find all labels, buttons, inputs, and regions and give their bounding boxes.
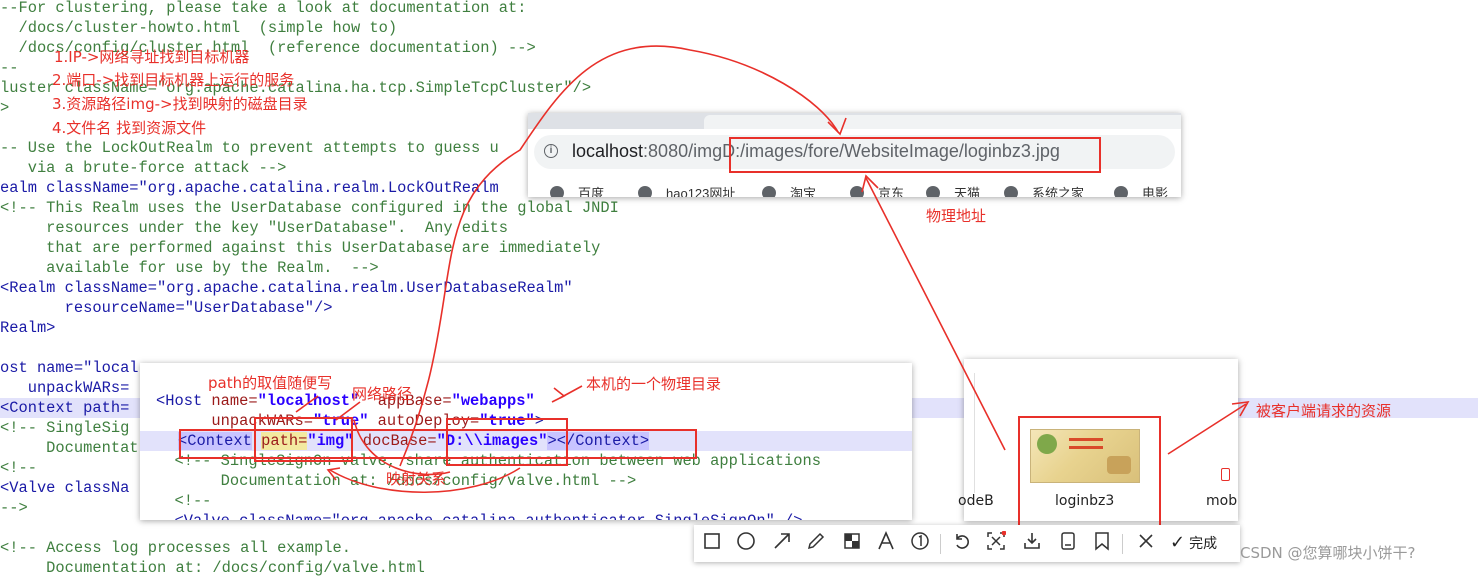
code-line: ost name="local (0, 359, 139, 377)
code-line: --> (0, 499, 28, 517)
globe-icon (926, 186, 940, 197)
browser-tab-strip (528, 113, 1181, 129)
toolbar-separator (1122, 534, 1123, 554)
globe-icon (762, 186, 776, 197)
globe-icon (1114, 186, 1128, 197)
code-line: > (0, 99, 10, 117)
local-dir-label: 本机的一个物理目录 (586, 375, 722, 393)
code-line: --For clustering, please take a look at … (0, 0, 527, 17)
pen-icon[interactable] (804, 531, 828, 555)
phone-icon (1221, 468, 1230, 481)
file-name-left[interactable]: odeB (958, 493, 994, 509)
download-icon[interactable] (1020, 531, 1044, 555)
step-1-label: 1.IP->网络寻址找到目标机器 (54, 48, 250, 66)
network-path-label: 网络路径 (352, 385, 413, 403)
mosaic-icon[interactable] (840, 531, 864, 555)
code-line: that are performed against this UserData… (0, 239, 601, 257)
browser-tab[interactable] (704, 115, 1181, 129)
explorer-divider (974, 373, 975, 493)
globe-icon (550, 186, 564, 197)
close-icon[interactable] (1134, 531, 1158, 555)
info-icon[interactable]: i (544, 144, 558, 158)
bookmark-item[interactable]: 百度 (550, 183, 604, 197)
code-line: <!-- SingleSig (0, 419, 130, 437)
path-highlight-box (254, 417, 353, 462)
bookmark-label: 京东 (878, 186, 905, 197)
editor-line-host: <Host name="localhost" appBase="webapps" (156, 392, 535, 410)
code-line: resources under the key "UserDatabase". … (0, 219, 508, 237)
code-line: /docs/cluster-howto.html (simple how to) (0, 19, 398, 37)
bookmark-label: 百度 (578, 186, 605, 197)
code-line: via a brute-force attack --> (0, 159, 287, 177)
code-line: -- Use the LockOutRealm to prevent attem… (0, 139, 499, 157)
arrow-icon[interactable] (770, 531, 794, 555)
bookmark-label: hao123网址 (666, 186, 736, 197)
check-icon: ✓ (1170, 532, 1186, 553)
bookmark-label: 淘宝 (790, 186, 817, 197)
code-line: <!-- Access log processes all example. (0, 539, 351, 557)
pin-icon[interactable] (984, 530, 1008, 555)
path-any-label: path的取值随便写 (208, 374, 333, 392)
docbase-highlight-box (446, 418, 568, 466)
code-line: <!-- (0, 459, 37, 477)
done-button[interactable]: ✓ 完成 (1170, 531, 1217, 555)
code-line: Documentat (0, 439, 139, 457)
bookmark-item[interactable]: hao123网址 (638, 183, 735, 197)
screenshot-toolbar: ✓ 完成 (694, 525, 1240, 562)
bookmark-label: 天猫 (954, 186, 981, 197)
save-icon[interactable] (1056, 531, 1080, 555)
code-line: resourceName="UserDatabase"/> (0, 299, 333, 317)
code-line: Documentation at: /docs/config/valve.htm… (0, 559, 425, 577)
ellipse-icon[interactable] (734, 531, 758, 555)
step-4-label: 4.文件名 找到资源文件 (52, 119, 207, 137)
bookmark-item[interactable]: 淘宝 (762, 183, 816, 197)
editor-line-valve: <Valve className="org.apache.catalina.au… (156, 511, 802, 520)
bookmark-label: 系统之家 (1032, 186, 1085, 197)
bookmarks-bar: 百度 hao123网址 淘宝 京东 天猫 系统之家 电影 (528, 179, 1181, 197)
code-line: Realm> (0, 319, 56, 337)
rect-icon[interactable] (700, 531, 724, 555)
file-name-right[interactable]: mob (1206, 493, 1237, 509)
bookmark-item[interactable]: 电影 (1114, 183, 1168, 197)
code-line: <Realm className="org.apache.catalina.re… (0, 279, 573, 297)
bookmark-item[interactable]: 京东 (850, 183, 904, 197)
editor-line-comment3: <!-- (156, 492, 212, 510)
mapping-label: 映射关系 (386, 470, 447, 488)
globe-icon (850, 186, 864, 197)
physical-address-label: 物理地址 (926, 207, 987, 225)
code-line: available for use by the Realm. --> (0, 259, 379, 277)
code-line: ealm className="org.apache.catalina.real… (0, 179, 499, 197)
number-icon[interactable] (908, 531, 932, 555)
step-2-label: 2.端口->找到目标机器上运行的服务 (52, 71, 295, 89)
step-3-label: 3.资源路径img->找到映射的磁盘目录 (52, 95, 308, 113)
code-line: <Valve classNa (0, 479, 130, 497)
bookmark-item[interactable]: 天猫 (926, 183, 980, 197)
bookmark-label: 电影 (1142, 186, 1169, 197)
text-icon[interactable] (874, 531, 898, 555)
url-host: localhost (572, 141, 644, 161)
code-line: <!-- This Realm uses the UserDatabase co… (0, 199, 619, 217)
globe-icon (1004, 186, 1018, 197)
watermark: CSDN @您算哪块小饼干? (1240, 544, 1416, 562)
file-highlight-box (1018, 416, 1161, 534)
bookmark-icon[interactable] (1090, 531, 1114, 555)
code-line: unpackWARs= (0, 379, 130, 397)
bookmark-item[interactable]: 系统之家 (1004, 183, 1084, 197)
requested-resource-label: 被客户端请求的资源 (1256, 402, 1392, 420)
toolbar-separator (940, 534, 941, 554)
url-highlight-box (729, 137, 1101, 173)
done-label: 完成 (1189, 536, 1218, 552)
globe-icon (638, 186, 652, 197)
code-line: -- (0, 59, 19, 77)
undo-icon[interactable] (950, 531, 974, 555)
